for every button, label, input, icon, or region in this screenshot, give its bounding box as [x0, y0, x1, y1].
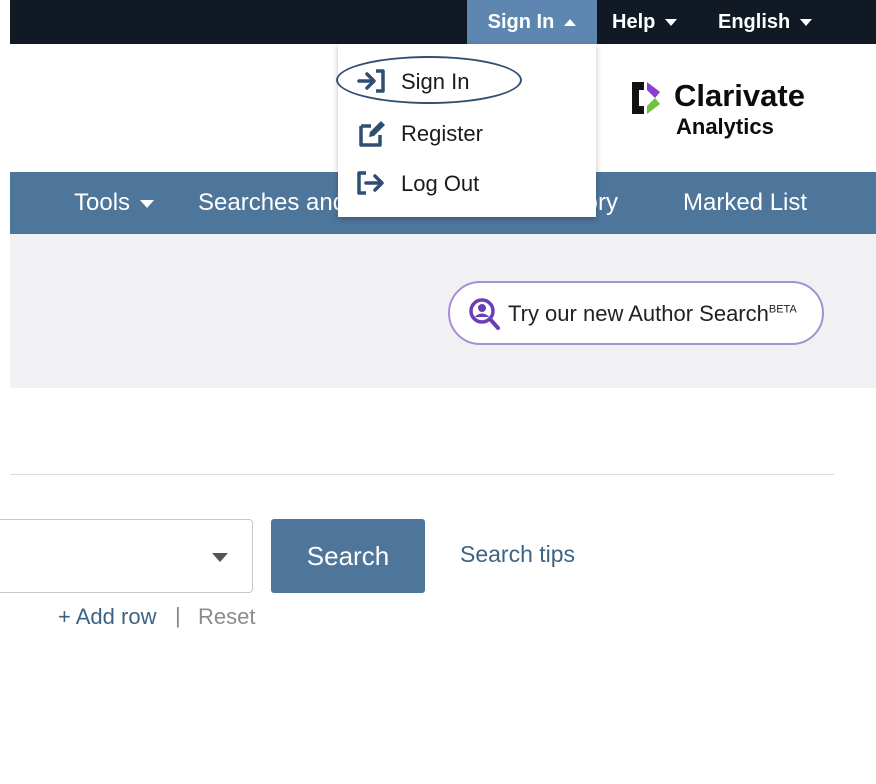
menu-item-register[interactable]: Register: [356, 114, 536, 154]
author-search-label: Try our new Author SearchBETA: [508, 301, 797, 327]
language-menu-button[interactable]: English: [718, 0, 813, 44]
add-row-link[interactable]: + Add row: [58, 604, 156, 630]
edit-icon: [359, 121, 385, 147]
chevron-down-icon: [212, 553, 228, 562]
nav-searches-and-alerts[interactable]: Searches and: [198, 172, 346, 234]
author-search-icon: [469, 298, 500, 330]
nav-tools[interactable]: Tools: [74, 172, 155, 234]
reset-link[interactable]: Reset: [198, 604, 255, 630]
nav-tools-label: Tools: [74, 189, 131, 216]
author-search-button[interactable]: Try our new Author SearchBETA: [448, 281, 824, 345]
top-signin-button[interactable]: Sign In: [467, 0, 597, 44]
highlight-ellipse: [336, 56, 522, 104]
nav-searches-label: Searches and: [198, 189, 347, 216]
nav-marked-list-label: Marked List: [683, 189, 808, 216]
help-label: Help: [612, 11, 656, 33]
clarivate-logo-mark-icon: [632, 82, 660, 114]
beta-badge: BETA: [768, 303, 797, 316]
caret-down-icon: [665, 19, 678, 27]
sign-out-icon: [357, 171, 384, 195]
search-button[interactable]: Search: [271, 519, 425, 593]
section-divider: [10, 474, 834, 475]
nav-marked-list[interactable]: Marked List: [683, 172, 807, 234]
help-menu-button[interactable]: Help: [612, 0, 678, 44]
menu-item-log-out[interactable]: Log Out: [356, 164, 536, 204]
search-field-select[interactable]: [0, 519, 253, 593]
caret-up-icon: [564, 19, 577, 27]
logo-wordmark: Clarivate: [674, 78, 805, 113]
caret-down-icon: [140, 199, 155, 208]
top-signin-label: Sign In: [487, 11, 555, 33]
link-separator: |: [175, 603, 181, 628]
menu-log-out-label: Log Out: [401, 171, 480, 196]
language-label: English: [718, 11, 791, 33]
caret-down-icon: [800, 19, 813, 27]
logo-subtitle: Analytics: [676, 114, 774, 139]
menu-register-label: Register: [401, 121, 483, 146]
search-tips-link[interactable]: Search tips: [460, 541, 575, 568]
author-search-text: Try our new Author Search: [508, 301, 769, 326]
